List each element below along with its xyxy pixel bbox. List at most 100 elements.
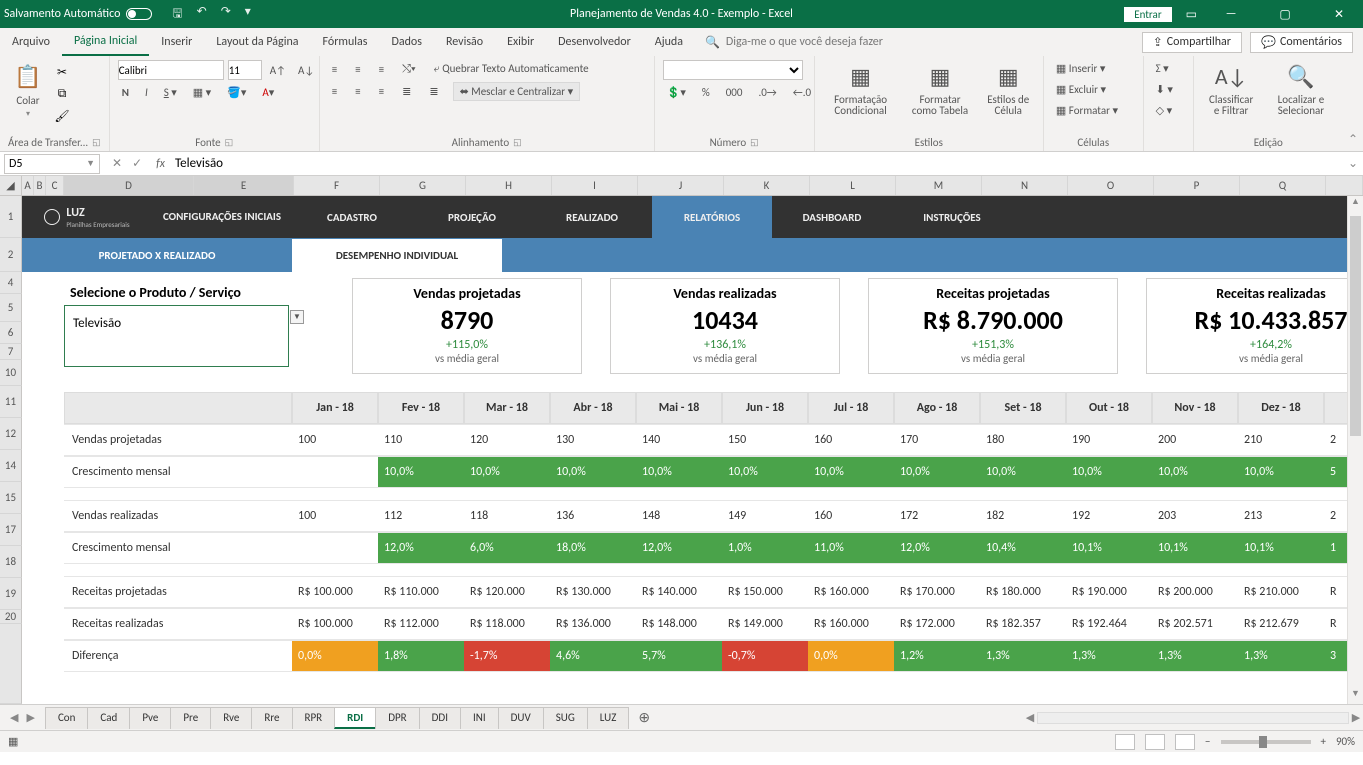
align-center-icon[interactable]: ≡ [351,83,364,100]
data-cell[interactable]: 10,1% [1238,532,1324,564]
data-cell[interactable]: 192 [1066,500,1152,532]
col-header-G[interactable]: G [380,176,466,195]
redo-icon[interactable]: ↷ [221,4,231,25]
nav-config[interactable]: CONFIGURAÇÕES INICIAIS [152,196,292,238]
menu-tab-ajuda[interactable]: Ajuda [643,28,695,56]
data-cell[interactable]: R$ 136.000 [550,608,636,640]
data-cell[interactable]: 130 [550,424,636,456]
scroll-down-icon[interactable]: ▼ [1348,688,1363,704]
data-cell[interactable]: R$ 172.000 [894,608,980,640]
bold-icon[interactable]: N [118,84,133,101]
product-selector[interactable]: Televisão ▼ [64,305,289,367]
data-cell[interactable]: 1,3% [980,640,1066,672]
data-cell[interactable]: 5,7% [636,640,722,672]
row-header-4[interactable]: 4 [0,272,22,294]
row-header-14[interactable]: 14 [0,450,22,482]
data-cell[interactable]: 4,6% [550,640,636,672]
format-cells-button[interactable]: ▦ Formatar ▾ [1052,102,1135,119]
data-cell[interactable]: R$ 148.000 [636,608,722,640]
tell-me-search[interactable]: 🔍Diga-me o que você deseja fazer [705,35,883,50]
data-cell[interactable]: R$ 202.571 [1152,608,1238,640]
decrease-decimal-icon[interactable]: ←.0 [789,84,815,101]
data-cell[interactable]: 10,0% [636,456,722,488]
data-cell[interactable]: 1,3% [1152,640,1238,672]
col-header-A[interactable]: A [22,176,34,195]
data-cell[interactable]: 190 [1066,424,1152,456]
data-cell[interactable]: R$ 180.000 [980,576,1066,608]
new-sheet-icon[interactable]: ⊕ [628,709,660,726]
col-header-H[interactable]: H [466,176,552,195]
scroll-up-icon[interactable]: ▲ [1348,196,1363,212]
zoom-in-icon[interactable]: + [1321,735,1326,748]
data-cell[interactable]: -0,7% [722,640,808,672]
data-cell[interactable]: 1,2% [894,640,980,672]
fill-icon[interactable]: ⬇ ▾ [1152,81,1185,98]
col-header-M[interactable]: M [896,176,982,195]
data-cell[interactable]: R$ 160.000 [808,608,894,640]
data-cell[interactable]: 100 [292,424,378,456]
col-header-Q[interactable]: Q [1240,176,1326,195]
sheet-tab-ddi[interactable]: DDI [419,707,461,729]
data-cell[interactable]: 10,0% [1238,456,1324,488]
decrease-indent-icon[interactable]: ≣ [398,83,415,100]
increase-indent-icon[interactable]: ≣ [425,83,442,100]
data-cell[interactable] [292,456,378,488]
zoom-out-icon[interactable]: − [1205,735,1210,748]
close-icon[interactable]: ✕ [1319,7,1359,22]
data-cell[interactable]: R$ 110.000 [378,576,464,608]
data-cell[interactable]: R$ 150.000 [722,576,808,608]
data-cell[interactable]: R$ 212.679 [1238,608,1324,640]
row-header-15[interactable]: 15 [0,482,22,514]
data-cell[interactable]: 10,0% [894,456,980,488]
row-header-1[interactable]: 1 [0,196,22,238]
fx-icon[interactable]: fx [150,157,171,171]
cut-icon[interactable]: ✂ [54,64,70,80]
data-cell[interactable]: 10,0% [550,456,636,488]
data-cell[interactable]: 136 [550,500,636,532]
comma-icon[interactable]: 000 [722,84,747,101]
row-header-7[interactable]: 7 [0,344,22,360]
data-cell[interactable]: 10,0% [1066,456,1152,488]
italic-icon[interactable]: I [141,84,152,101]
data-cell[interactable]: 10,1% [1066,532,1152,564]
enter-formula-icon[interactable]: ✓ [132,156,142,171]
font-size-input[interactable] [228,60,262,80]
row-header-10[interactable]: 10 [0,360,22,386]
expand-formula-icon[interactable]: ⌄ [1343,156,1363,171]
save-icon[interactable]: 🖫 [172,4,182,25]
data-cell[interactable]: 0,0% [292,640,378,672]
horizontal-scrollbar[interactable]: ◀▶ [1023,712,1363,724]
col-header-C[interactable]: C [46,176,64,195]
data-cell[interactable]: 1,3% [1238,640,1324,672]
sheet-tab-rre[interactable]: Rre [251,707,292,729]
data-cell[interactable]: 100 [292,500,378,532]
col-header-N[interactable]: N [982,176,1068,195]
menu-tab-exibir[interactable]: Exibir [495,28,546,56]
data-cell[interactable]: R$ 112.000 [378,608,464,640]
zoom-level[interactable]: 90% [1336,735,1355,748]
col-header-B[interactable]: B [34,176,46,195]
sheet-tab-con[interactable]: Con [45,707,88,729]
insert-cells-button[interactable]: ▦ Inserir ▾ [1052,60,1135,77]
fill-color-icon[interactable]: 🪣▾ [223,84,250,101]
data-cell[interactable]: 140 [636,424,722,456]
delete-cells-button[interactable]: ▦ Excluir ▾ [1052,81,1135,98]
data-cell[interactable]: 150 [722,424,808,456]
autosum-icon[interactable]: Σ ▾ [1152,60,1185,77]
data-cell[interactable]: R$ 190.000 [1066,576,1152,608]
data-cell[interactable]: R$ 118.000 [464,608,550,640]
zoom-slider[interactable] [1221,740,1311,744]
format-as-table-button[interactable]: ▦Formatar como Tabela [905,60,976,116]
data-cell[interactable]: R$ 100.000 [292,608,378,640]
data-cell[interactable]: R$ 170.000 [894,576,980,608]
col-header-I[interactable]: I [552,176,638,195]
data-cell[interactable]: 172 [894,500,980,532]
data-cell[interactable]: R$ 100.000 [292,576,378,608]
dialog-launcher-icon[interactable]: ◱ [750,137,759,148]
data-cell[interactable]: R$ 182.357 [980,608,1066,640]
data-cell[interactable]: 11,0% [808,532,894,564]
autosave-toggle[interactable]: Salvamento Automático [4,7,152,21]
scroll-thumb[interactable] [1350,216,1361,436]
ribbon-display-icon[interactable]: ▭ [1186,7,1197,22]
data-cell[interactable]: 210 [1238,424,1324,456]
